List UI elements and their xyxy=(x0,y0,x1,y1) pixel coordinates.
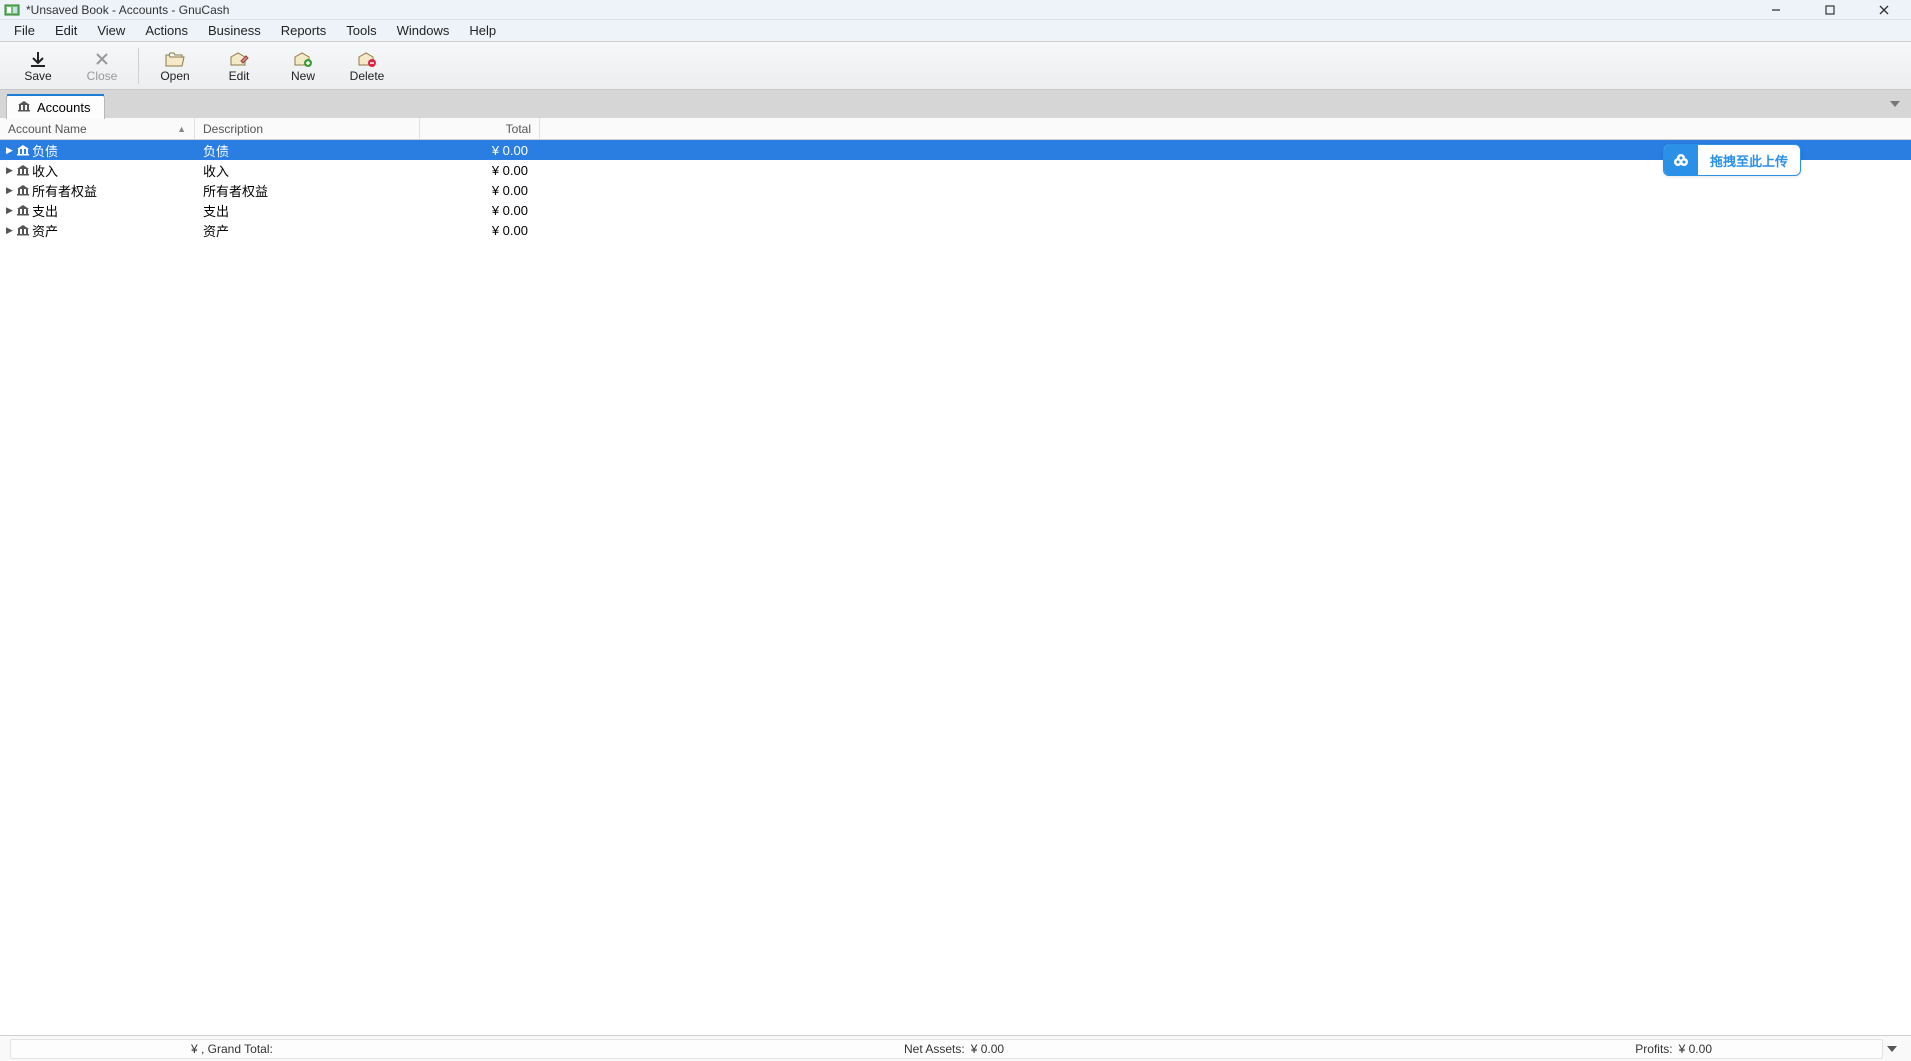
account-description: 支出 xyxy=(195,201,420,220)
account-description: 资产 xyxy=(195,221,420,240)
tab-label: Accounts xyxy=(37,100,90,115)
cloud-upload-icon xyxy=(1664,145,1698,175)
column-desc-label: Description xyxy=(203,122,263,136)
expand-caret-icon[interactable]: ▶ xyxy=(6,205,14,216)
account-name: 负债 xyxy=(32,141,58,160)
statusbar: ¥ , Grand Total: Net Assets: ¥ 0.00 Prof… xyxy=(0,1035,1911,1061)
maximize-button[interactable] xyxy=(1815,0,1845,20)
account-total: ¥ 0.00 xyxy=(420,203,540,218)
close-icon xyxy=(91,49,113,69)
account-total: ¥ 0.00 xyxy=(420,163,540,178)
window-controls xyxy=(1761,0,1899,20)
menu-file[interactable]: File xyxy=(4,21,45,40)
delete-button[interactable]: Delete xyxy=(335,47,399,85)
menu-reports[interactable]: Reports xyxy=(271,21,337,40)
status-dropdown-button[interactable] xyxy=(1883,1046,1901,1052)
open-button[interactable]: Open xyxy=(143,47,207,85)
column-description[interactable]: Description xyxy=(195,118,420,139)
menu-help[interactable]: Help xyxy=(459,21,506,40)
table-body: ▶ 负债 负债 ¥ 0.00 ▶ 收入 收入 ¥ 0.00 ▶ 所有者权益 所有… xyxy=(0,140,1911,1035)
bank-icon xyxy=(16,164,30,176)
accounts-table: Account Name ▲ Description Total ▶ 负债 负债… xyxy=(0,118,1911,1035)
table-row[interactable]: ▶ 支出 支出 ¥ 0.00 xyxy=(0,200,1911,220)
menu-view[interactable]: View xyxy=(87,21,135,40)
table-header: Account Name ▲ Description Total xyxy=(0,118,1911,140)
account-description: 收入 xyxy=(195,161,420,180)
profits-value: ¥ 0.00 xyxy=(1679,1042,1712,1056)
close-tab-button: Close xyxy=(70,47,134,85)
open-icon xyxy=(164,49,186,69)
status-summary: ¥ , Grand Total: Net Assets: ¥ 0.00 Prof… xyxy=(10,1039,1883,1059)
tab-overflow-button[interactable] xyxy=(1887,96,1903,112)
close-button[interactable] xyxy=(1869,0,1899,20)
minimize-button[interactable] xyxy=(1761,0,1791,20)
new-icon xyxy=(292,49,314,69)
net-assets-value: ¥ 0.00 xyxy=(971,1042,1004,1056)
table-row[interactable]: ▶ 资产 资产 ¥ 0.00 xyxy=(0,220,1911,240)
column-total-label: Total xyxy=(506,122,531,136)
account-total: ¥ 0.00 xyxy=(420,223,540,238)
account-name: 支出 xyxy=(32,201,58,220)
bank-icon xyxy=(16,184,30,196)
titlebar: *Unsaved Book - Accounts - GnuCash xyxy=(0,0,1911,20)
edit-icon xyxy=(228,49,250,69)
menu-tools[interactable]: Tools xyxy=(336,21,386,40)
toolbar: Save Close Open Edit New Delete xyxy=(0,42,1911,90)
table-row[interactable]: ▶ 收入 收入 ¥ 0.00 xyxy=(0,160,1911,180)
bank-icon xyxy=(17,100,31,115)
account-total: ¥ 0.00 xyxy=(420,183,540,198)
expand-caret-icon[interactable]: ▶ xyxy=(6,225,14,236)
menubar: File Edit View Actions Business Reports … xyxy=(0,20,1911,42)
bank-icon xyxy=(16,204,30,216)
menu-actions[interactable]: Actions xyxy=(135,21,198,40)
save-icon xyxy=(27,49,49,69)
table-row[interactable]: ▶ 负债 负债 ¥ 0.00 xyxy=(0,140,1911,160)
account-total: ¥ 0.00 xyxy=(420,143,540,158)
column-name-label: Account Name xyxy=(8,122,87,136)
column-account-name[interactable]: Account Name ▲ xyxy=(0,118,195,139)
upload-widget[interactable]: 拖拽至此上传 xyxy=(1663,144,1801,176)
menu-windows[interactable]: Windows xyxy=(387,21,460,40)
net-assets-label: Net Assets: xyxy=(904,1042,965,1056)
account-description: 负债 xyxy=(195,141,420,160)
profits-label: Profits: xyxy=(1635,1042,1672,1056)
account-description: 所有者权益 xyxy=(195,181,420,200)
net-assets: Net Assets: ¥ 0.00 xyxy=(904,1042,1004,1056)
expand-caret-icon[interactable]: ▶ xyxy=(6,165,14,176)
edit-button[interactable]: Edit xyxy=(207,47,271,85)
account-name: 所有者权益 xyxy=(32,181,97,200)
toolbar-separator xyxy=(138,48,139,84)
grand-total-label: ¥ , Grand Total: xyxy=(191,1042,273,1056)
expand-caret-icon[interactable]: ▶ xyxy=(6,185,14,196)
menu-edit[interactable]: Edit xyxy=(45,21,87,40)
sort-ascending-icon: ▲ xyxy=(177,124,186,134)
column-total[interactable]: Total xyxy=(420,118,540,139)
window-title: *Unsaved Book - Accounts - GnuCash xyxy=(26,3,1761,17)
edit-label: Edit xyxy=(229,69,250,83)
new-button[interactable]: New xyxy=(271,47,335,85)
delete-icon xyxy=(356,49,378,69)
account-name: 资产 xyxy=(32,221,58,240)
upload-text: 拖拽至此上传 xyxy=(1698,151,1800,170)
tabbar: Accounts xyxy=(0,90,1911,118)
save-label: Save xyxy=(24,69,51,83)
account-name: 收入 xyxy=(32,161,58,180)
expand-caret-icon[interactable]: ▶ xyxy=(6,145,14,156)
profits: Profits: ¥ 0.00 xyxy=(1635,1042,1712,1056)
table-row[interactable]: ▶ 所有者权益 所有者权益 ¥ 0.00 xyxy=(0,180,1911,200)
app-icon xyxy=(4,2,20,18)
tab-accounts[interactable]: Accounts xyxy=(6,95,105,119)
bank-icon xyxy=(16,144,30,156)
open-label: Open xyxy=(160,69,189,83)
menu-business[interactable]: Business xyxy=(198,21,271,40)
save-button[interactable]: Save xyxy=(6,47,70,85)
bank-icon xyxy=(16,224,30,236)
delete-label: Delete xyxy=(350,69,385,83)
new-label: New xyxy=(291,69,315,83)
close-label: Close xyxy=(87,69,118,83)
